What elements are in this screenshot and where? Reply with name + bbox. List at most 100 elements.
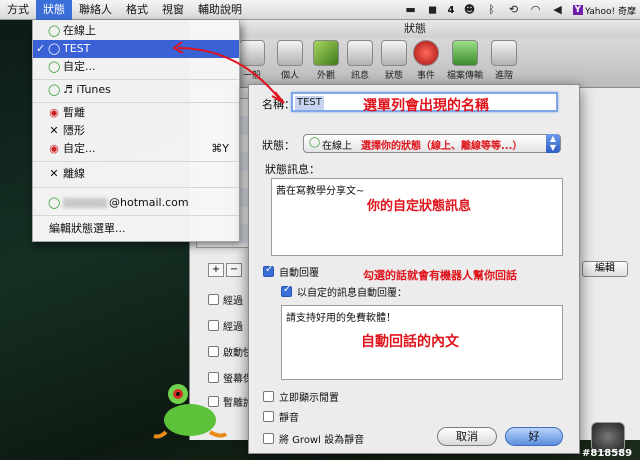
x-icon: ✕ — [49, 124, 59, 137]
pref-checkbox[interactable] — [208, 320, 219, 331]
menu-separator — [33, 215, 239, 216]
status-select-value: 在線上 — [322, 141, 352, 152]
toolbar-appearance-label: 外觀 — [316, 71, 335, 81]
menu-help[interactable]: 輔助說明 — [191, 0, 249, 20]
status-menu: ◯ 在線上 ✓ ◯ TEST ◯ 自定... ◯ ♬ iTunes ◉ 暫離 ✕ 隱形 ◉ 自定… — [32, 20, 240, 242]
menu-item-edit-status[interactable]: 編輯狀態選單... — [33, 220, 239, 238]
menu-item-label: 在線上 — [63, 24, 96, 37]
menu-status[interactable]: 狀態 — [36, 0, 72, 20]
toolbar-events-label: 事件 — [416, 71, 435, 81]
toolbar-advanced[interactable]: 進階 — [486, 40, 522, 81]
advanced-icon — [491, 40, 517, 66]
pref-row[interactable]: 經過 — [208, 318, 243, 333]
pref-checkbox[interactable] — [208, 294, 219, 305]
pref-checkbox[interactable] — [208, 346, 219, 357]
toolbar-general-label: 一般 — [242, 71, 261, 81]
menu-item-itunes[interactable]: ◯ ♬ iTunes — [33, 81, 239, 99]
custom-reply-checkbox[interactable] — [281, 284, 292, 297]
messages-icon — [347, 40, 373, 66]
green-bubble-icon: ◯ — [48, 24, 61, 37]
annotation-status: 選擇你的狀態（線上、離線等等...） — [361, 141, 523, 152]
pref-row[interactable]: 經過 — [208, 292, 243, 307]
chevron-updown-icon: ▲ ▼ — [546, 134, 560, 153]
menu-item-label: @hotmail.com — [109, 196, 189, 209]
status-icon — [381, 40, 407, 66]
menu-item-away[interactable]: ◉ 暫離 — [33, 104, 239, 122]
ok-button[interactable]: 好 — [505, 427, 563, 446]
menu-item-label: 自定... — [63, 142, 96, 155]
toolbar-personal[interactable]: 個人 — [272, 40, 308, 81]
mute-checkbox[interactable] — [263, 411, 274, 422]
menu-item-account[interactable]: ◯ @hotmail.com — [33, 194, 239, 212]
checkmark-icon: ✓ — [36, 42, 46, 55]
robot-icon[interactable]: ☻ — [463, 4, 477, 16]
green-bubble-icon: ◯ — [48, 83, 61, 96]
show-idle-checkbox[interactable] — [263, 391, 274, 402]
red-bubble-icon: ◉ — [49, 142, 59, 155]
appearance-icon — [313, 40, 339, 66]
toolbar-events[interactable]: 事件 — [408, 40, 444, 81]
name-field-value: TEST — [295, 96, 324, 110]
menu-separator — [33, 102, 239, 103]
custom-reply-label: 以自定的訊息自動回覆： — [297, 288, 407, 299]
menu-method[interactable]: 方式 — [0, 0, 36, 20]
toolbar-personal-label: 個人 — [280, 71, 299, 81]
toolbar-appearance[interactable]: 外觀 — [308, 40, 344, 81]
menu-item-label: 自定... — [63, 60, 96, 73]
menu-item-invisible[interactable]: ✕ 隱形 — [33, 122, 239, 140]
sync-icon[interactable]: ⟲ — [507, 4, 521, 16]
mute-label: 靜音 — [279, 413, 299, 424]
growl-mute-checkbox[interactable] — [263, 433, 274, 444]
custom-reply-row[interactable]: 以自定的訊息自動回覆： — [281, 284, 407, 299]
prefs-toolbar: 一般 個人 外觀 訊息 狀態 事件 檔案傳輸 進階 — [190, 38, 640, 88]
menu-item-custom-available[interactable]: ◯ 自定... — [33, 58, 239, 76]
pref-row[interactable]: 啟動快 — [208, 344, 253, 359]
toolbar-messages[interactable]: 訊息 — [342, 40, 378, 81]
green-bubble-icon: ◯ — [48, 60, 61, 73]
menu-format[interactable]: 格式 — [119, 0, 155, 20]
menu-item-custom-away[interactable]: ◉ 自定... ⌘Y — [33, 140, 239, 158]
edit-button[interactable]: 編輯 — [582, 261, 628, 277]
person-icon[interactable]: ◼ — [426, 4, 440, 16]
yahoo-label: Yahoo! 奇摩 — [585, 6, 636, 17]
menu-window[interactable]: 視窗 — [155, 0, 191, 20]
chat-bubble-icon[interactable]: ▬ — [404, 4, 418, 16]
status-edit-dialog: 名稱： TEST 狀態： ◯ 在線上 ▲▼ 狀態訊息： 茜在寫教學分享文~ 自動… — [248, 84, 580, 454]
menu-item-test[interactable]: ✓ ◯ TEST — [33, 40, 239, 58]
growl-mute-row[interactable]: 將 Growl 設為靜音 — [263, 431, 364, 446]
show-idle-row[interactable]: 立即顯示閒置 — [263, 389, 339, 404]
menu-separator — [33, 161, 239, 162]
status-message-textarea[interactable]: 茜在寫教學分享文~ — [271, 178, 563, 256]
toolbar-status-label: 狀態 — [384, 71, 403, 81]
remove-status-button[interactable]: − — [226, 263, 242, 277]
auto-reply-checkbox[interactable] — [263, 264, 274, 277]
frog-wallpaper-image — [153, 384, 228, 439]
volume-icon[interactable]: ◀ — [551, 4, 565, 16]
menu-contacts[interactable]: 聯絡人 — [72, 0, 119, 20]
menubar-extras: ▬ ◼ 4 ☻ ᛒ ⟲ ◠ ◀ Y Yahoo! 奇摩 — [404, 0, 640, 20]
mute-row[interactable]: 靜音 — [263, 409, 299, 424]
account-icon: ◯ — [48, 196, 61, 209]
yahoo-widget[interactable]: Y Yahoo! 奇摩 — [572, 4, 636, 17]
menu-item-label: 隱形 — [63, 124, 85, 137]
wifi-icon[interactable]: ◠ — [529, 4, 543, 16]
menu-separator — [33, 187, 239, 188]
shortcut-label: ⌘Y — [211, 142, 229, 155]
blurred-username — [63, 198, 107, 208]
menu-item-label: ♬ iTunes — [63, 83, 111, 96]
cancel-button[interactable]: 取消 — [437, 427, 497, 446]
add-status-button[interactable]: + — [208, 263, 224, 277]
green-bubble-icon: ◯ — [48, 42, 61, 55]
red-bubble-icon: ◉ — [49, 106, 59, 119]
menu-item-online[interactable]: ◯ 在線上 — [33, 22, 239, 40]
bluetooth-icon[interactable]: ᛒ — [485, 4, 499, 16]
toolbar-status[interactable]: 狀態 — [376, 40, 412, 81]
pref-row-label: 經過 — [223, 296, 243, 307]
annotation-name: 選單列會出現的名稱 — [363, 98, 489, 114]
annotation-auto-reply: 勾選的話就會有機器人幫你回話 — [363, 269, 517, 282]
auto-reply-row[interactable]: 自動回覆 — [263, 264, 319, 279]
menu-item-offline[interactable]: ✕ 離線 — [33, 165, 239, 183]
toolbar-file-transfer[interactable]: 檔案傳輸 — [442, 40, 488, 81]
auto-reply-label: 自動回覆 — [279, 268, 319, 279]
show-idle-label: 立即顯示閒置 — [279, 393, 339, 404]
